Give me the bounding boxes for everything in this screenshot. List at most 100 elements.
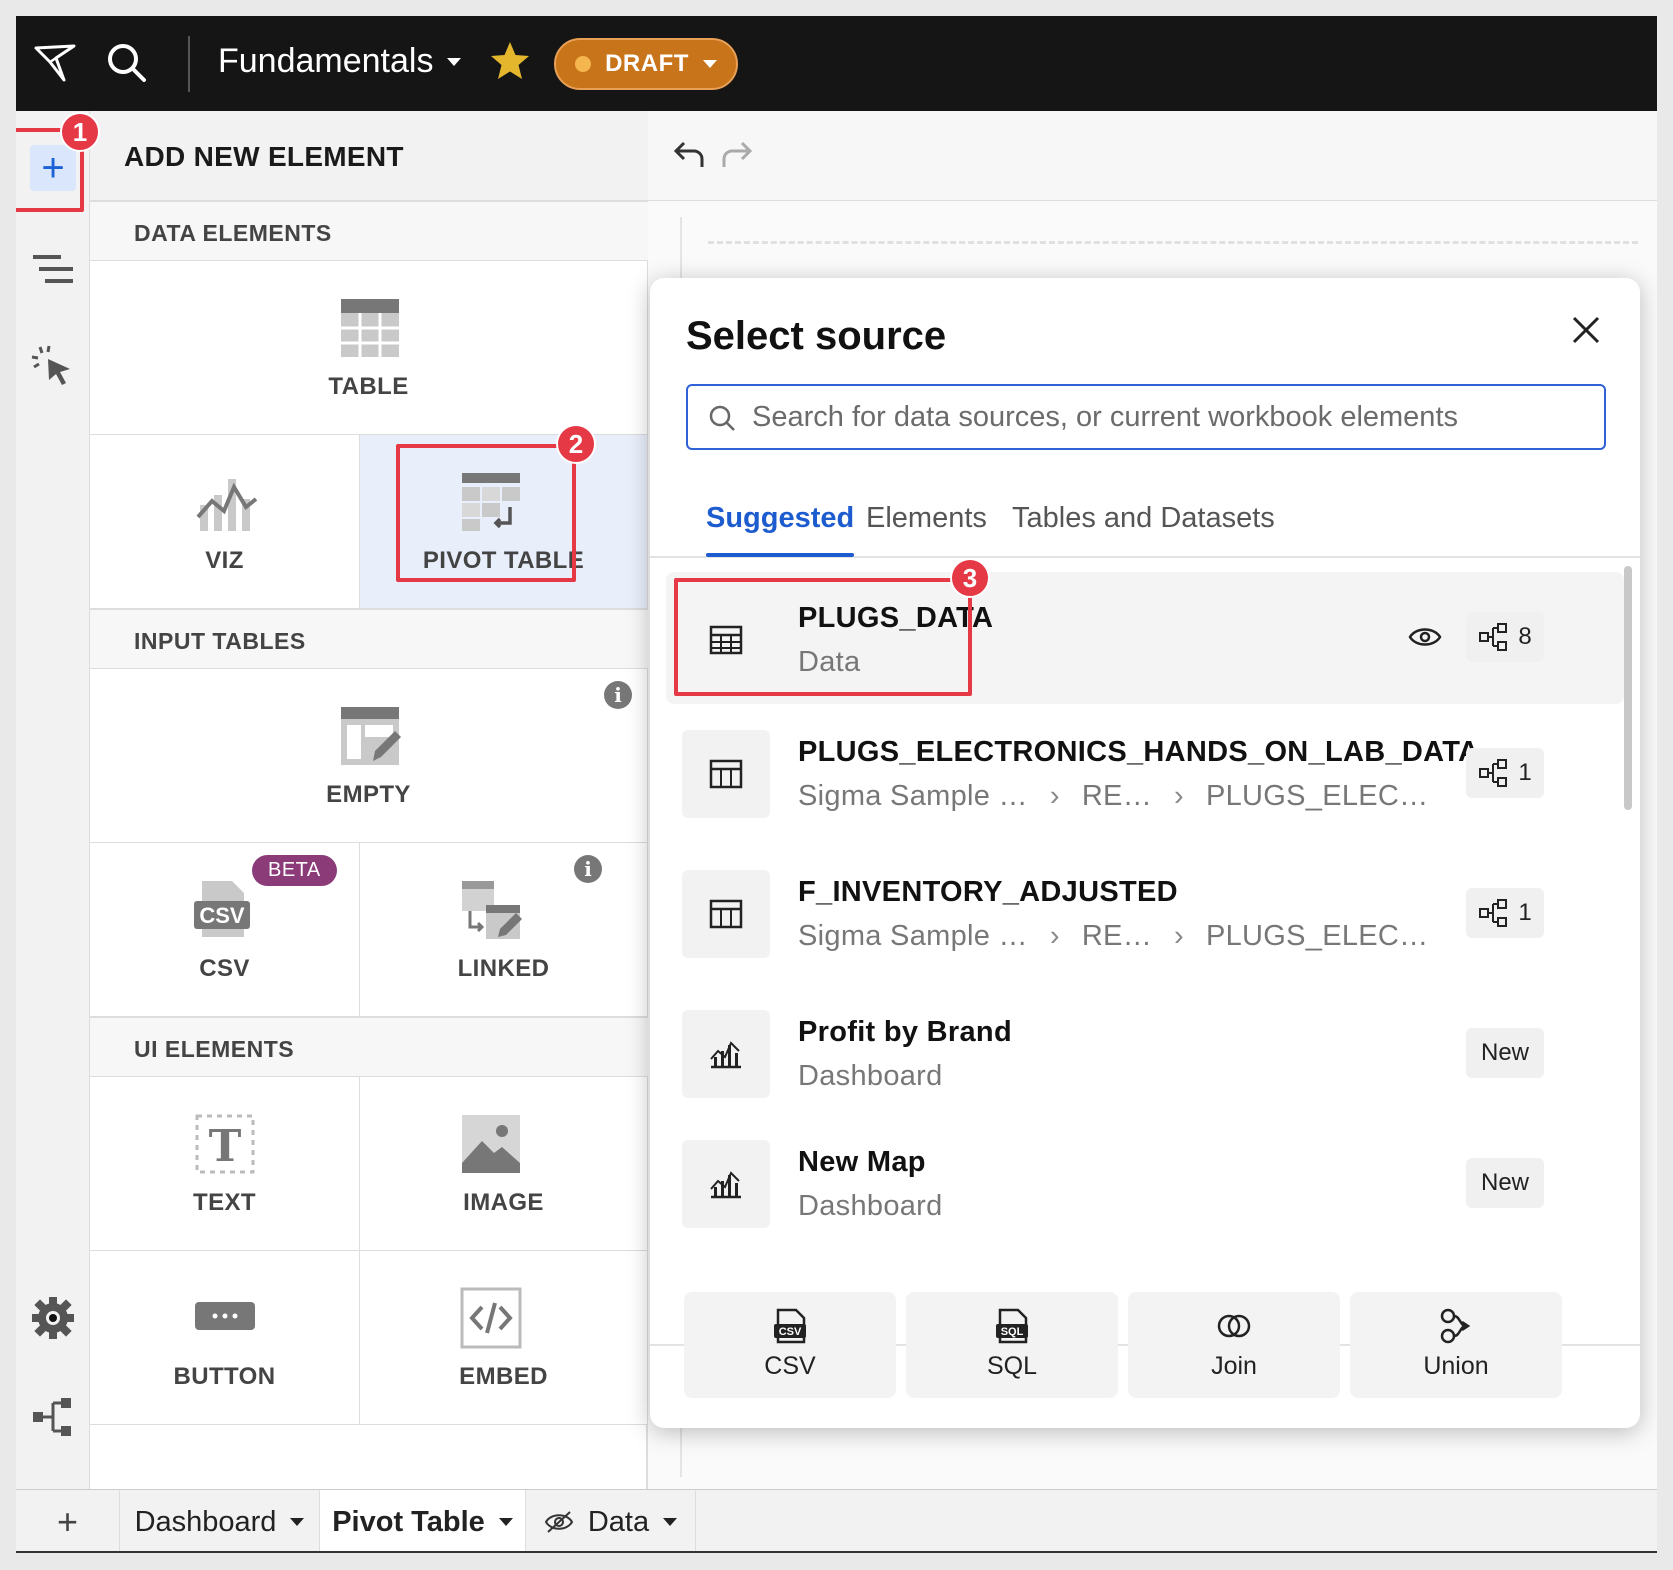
callout-badge-1: 1	[60, 112, 100, 152]
linked-input-tile[interactable]: i LINKED	[360, 843, 648, 1017]
add-page-button[interactable]: +	[16, 1490, 120, 1553]
count: 8	[1518, 623, 1532, 650]
table-icon	[341, 299, 399, 357]
section-ui-elements: UI ELEMENTS	[90, 1017, 648, 1077]
csv-file-icon: CSV	[194, 881, 250, 937]
scrollbar[interactable]	[1624, 566, 1632, 810]
source-name: New Map	[798, 1146, 926, 1178]
empty-input-table-tile[interactable]: i EMPTY	[90, 669, 648, 843]
tile-label: VIZ	[205, 547, 244, 574]
source-type: Dashboard	[798, 1060, 943, 1092]
info-icon[interactable]: i	[574, 855, 602, 883]
chart-icon	[196, 479, 258, 531]
lineage-count[interactable]: 8	[1466, 612, 1544, 662]
svg-text:CSV: CSV	[779, 1326, 802, 1338]
lineage-icon	[1479, 623, 1508, 651]
svg-text:T: T	[209, 1121, 242, 1172]
beta-badge: BETA	[252, 855, 337, 886]
lineage-count[interactable]: 1	[1466, 748, 1544, 798]
new-tag: New	[1466, 1028, 1544, 1078]
viz-tile[interactable]: VIZ	[90, 435, 360, 609]
source-row[interactable]: New Map Dashboard New	[666, 1116, 1624, 1248]
linked-table-icon	[462, 881, 522, 939]
eye-icon[interactable]	[1408, 624, 1442, 650]
source-name: PLUGS_ELECTRONICS_HANDS_ON_LAB_DATA	[798, 736, 1480, 768]
tab-dashboard[interactable]: Dashboard	[120, 1490, 320, 1553]
outline-icon[interactable]	[30, 248, 76, 294]
info-icon[interactable]: i	[604, 681, 632, 709]
source-row[interactable]: Profit by Brand Dashboard New	[666, 986, 1624, 1118]
draft-status-button[interactable]: DRAFT	[554, 38, 738, 90]
dataset-icon	[682, 730, 770, 818]
tile-label: EMPTY	[326, 781, 411, 808]
close-icon[interactable]	[1568, 312, 1604, 348]
button-label: Join	[1211, 1352, 1257, 1380]
section-label: UI ELEMENTS	[134, 1036, 295, 1062]
hidden-eye-icon	[544, 1511, 574, 1533]
search-input[interactable]	[752, 394, 1592, 440]
text-icon: T	[195, 1114, 255, 1174]
tab-data[interactable]: Data	[526, 1490, 696, 1553]
divider	[16, 1551, 1657, 1553]
svg-text:SQL: SQL	[1001, 1326, 1024, 1338]
gear-icon[interactable]	[30, 1295, 76, 1341]
tile-label: TEXT	[193, 1189, 256, 1216]
left-rail: +	[16, 111, 90, 1489]
source-name: F_INVENTORY_ADJUSTED	[798, 876, 1178, 908]
text-tile[interactable]: T TEXT	[90, 1077, 360, 1251]
star-icon[interactable]	[486, 38, 534, 86]
chevron-down-icon	[663, 1518, 678, 1526]
section-label: DATA ELEMENTS	[134, 220, 332, 246]
chevron-down-icon	[447, 57, 462, 66]
join-button[interactable]: Join	[1128, 1292, 1340, 1398]
undo-icon[interactable]	[672, 137, 706, 171]
top-bar: Fundamentals DRAFT	[16, 16, 1657, 111]
source-type: Dashboard	[798, 1190, 943, 1222]
source-row[interactable]: F_INVENTORY_ADJUSTED Sigma Sample … › RE… ›…	[666, 846, 1624, 978]
table-tile[interactable]: TABLE	[90, 261, 648, 435]
workbook-title: Fundamentals	[218, 42, 434, 80]
button-tile[interactable]: BUTTON	[90, 1251, 360, 1425]
sigma-logo-icon[interactable]	[30, 38, 80, 88]
divider	[188, 36, 190, 92]
tab-tables-and-datasets[interactable]: Tables and Datasets	[1012, 502, 1275, 535]
source-name: Profit by Brand	[798, 1016, 1012, 1048]
image-tile[interactable]: IMAGE	[360, 1077, 648, 1251]
embed-tile[interactable]: EMBED	[360, 1251, 648, 1425]
workbook-title-menu[interactable]: Fundamentals	[218, 42, 462, 81]
search-icon	[709, 405, 735, 431]
tab-elements[interactable]: Elements	[866, 502, 987, 535]
tab-label: Dashboard	[134, 1505, 277, 1538]
sql-button[interactable]: SQL SQL	[906, 1292, 1118, 1398]
join-icon	[1217, 1314, 1251, 1338]
source-path: Sigma Sample … › RE… › PLUGS_ELEC…	[798, 780, 1429, 812]
button-label: SQL	[986, 1352, 1038, 1380]
source-tabs: Suggested Elements Tables and Datasets	[650, 486, 1640, 558]
csv-input-tile[interactable]: CSV BETA CSV	[90, 843, 360, 1017]
section-input-tables: INPUT TABLES	[90, 609, 648, 669]
selection-cursor-icon[interactable]	[30, 343, 76, 389]
union-button[interactable]: Union	[1350, 1292, 1562, 1398]
search-icon[interactable]	[102, 38, 152, 88]
section-data-elements: DATA ELEMENTS	[90, 201, 648, 261]
dialog-title: Select source	[686, 314, 947, 358]
count: 1	[1518, 899, 1532, 926]
dataset-icon	[682, 870, 770, 958]
tab-suggested[interactable]: Suggested	[706, 502, 855, 557]
lineage-count[interactable]: 1	[1466, 888, 1544, 938]
lineage-icon[interactable]	[30, 1394, 76, 1440]
add-element-panel: ADD NEW ELEMENT DATA ELEMENTS TABLE VIZ …	[90, 111, 648, 1489]
source-search-field[interactable]	[686, 384, 1606, 450]
tab-pivot-table[interactable]: Pivot Table	[320, 1490, 526, 1553]
lineage-icon	[1479, 899, 1508, 927]
source-row[interactable]: PLUGS_ELECTRONICS_HANDS_ON_LAB_DATA Sigm…	[666, 706, 1624, 838]
chart-icon	[682, 1140, 770, 1228]
tile-label: IMAGE	[463, 1189, 544, 1216]
svg-text:CSV: CSV	[199, 903, 245, 928]
callout-box-3	[674, 578, 972, 696]
section-label: INPUT TABLES	[134, 628, 306, 654]
redo-icon[interactable]	[720, 137, 754, 171]
csv-upload-button[interactable]: CSV CSV	[684, 1292, 896, 1398]
tile-label: BUTTON	[173, 1363, 276, 1390]
draft-label: DRAFT	[605, 50, 689, 77]
